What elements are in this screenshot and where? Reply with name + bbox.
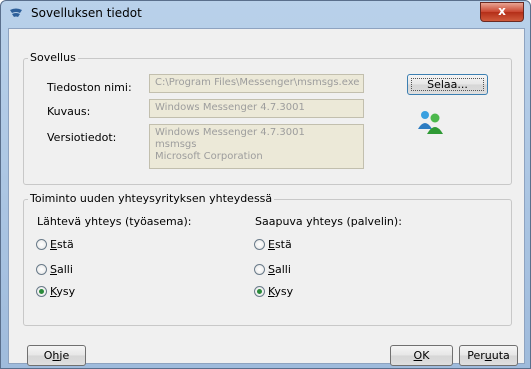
version-field[interactable]: Windows Messenger 4.7.3001 msmsgs Micros… [149, 124, 364, 169]
version-line: Windows Messenger 4.7.3001 [155, 127, 305, 138]
title-bar[interactable]: Sovelluksen tiedot x [1, 1, 530, 28]
radio-label: Salli [268, 263, 291, 276]
help-button[interactable]: Ohje [27, 345, 86, 366]
radio-circle [254, 239, 265, 250]
label-part: uta [491, 349, 510, 362]
outgoing-block-radio[interactable]: Estä [36, 238, 74, 251]
version-line: msmsgs [155, 139, 197, 150]
mnemonic: E [50, 238, 57, 251]
application-group-legend: Sovellus [28, 51, 78, 64]
radio-label: Kysy [50, 285, 75, 298]
incoming-block-radio[interactable]: Estä [254, 238, 292, 251]
dialog-window: Sovelluksen tiedot x Sovellus Tiedoston … [0, 0, 531, 369]
incoming-ask-radio[interactable]: Kysy [254, 285, 293, 298]
radio-label: Estä [268, 238, 292, 251]
label-part: K [422, 349, 430, 362]
mnemonic: O [413, 349, 423, 362]
mnemonic: S [268, 263, 275, 276]
label-part: Per [467, 349, 485, 362]
incoming-allow-radio[interactable]: Salli [254, 263, 291, 276]
mnemonic: u [484, 349, 492, 362]
ok-button[interactable]: OK [390, 345, 453, 366]
outgoing-allow-radio[interactable]: Salli [36, 263, 73, 276]
label-rest: stä [56, 238, 74, 251]
radio-circle [254, 264, 265, 275]
label-rest: ysy [56, 285, 76, 298]
filename-field[interactable]: C:\Program Files\Messenger\msmsgs.exe [149, 74, 364, 93]
radio-circle-selected [36, 286, 47, 297]
filename-label: Tiedoston nimi: [47, 81, 132, 94]
radio-label: Kysy [268, 285, 293, 298]
label-rest: alli [274, 263, 291, 276]
incoming-heading: Saapuva yhteys (palvelin): [255, 215, 402, 228]
version-label: Versiotiedot: [47, 131, 117, 144]
radio-circle-selected [254, 286, 265, 297]
version-line: Microsoft Corporation [155, 151, 263, 162]
window-title: Sovelluksen tiedot [31, 6, 142, 20]
browse-button[interactable]: Selaa... [407, 74, 488, 95]
close-button[interactable]: x [480, 2, 524, 22]
outgoing-ask-radio[interactable]: Kysy [36, 285, 75, 298]
radio-label: Estä [50, 238, 74, 251]
radio-label: Salli [50, 263, 73, 276]
mnemonic: S [50, 263, 57, 276]
description-label: Kuvaus: [47, 105, 91, 118]
description-field[interactable]: Windows Messenger 4.7.3001 [149, 99, 364, 118]
mnemonic: E [268, 238, 275, 251]
radio-circle [36, 264, 47, 275]
label-rest: stä [274, 238, 292, 251]
outgoing-heading: Lähtevä yhteys (työasema): [37, 215, 192, 228]
label-part: je [59, 349, 70, 362]
connection-action-group-legend: Toiminto uuden yhteysyrityksen yhteydess… [28, 192, 275, 205]
dialog-body: Sovellus Tiedoston nimi: C:\Program File… [8, 28, 525, 366]
cancel-button[interactable]: Peruuta [459, 345, 518, 366]
focus-rect [411, 78, 484, 91]
messenger-buddies-icon [418, 111, 443, 134]
radio-circle [36, 239, 47, 250]
messenger-icon [10, 8, 22, 17]
label-rest: ysy [274, 285, 294, 298]
label-rest: alli [56, 263, 73, 276]
